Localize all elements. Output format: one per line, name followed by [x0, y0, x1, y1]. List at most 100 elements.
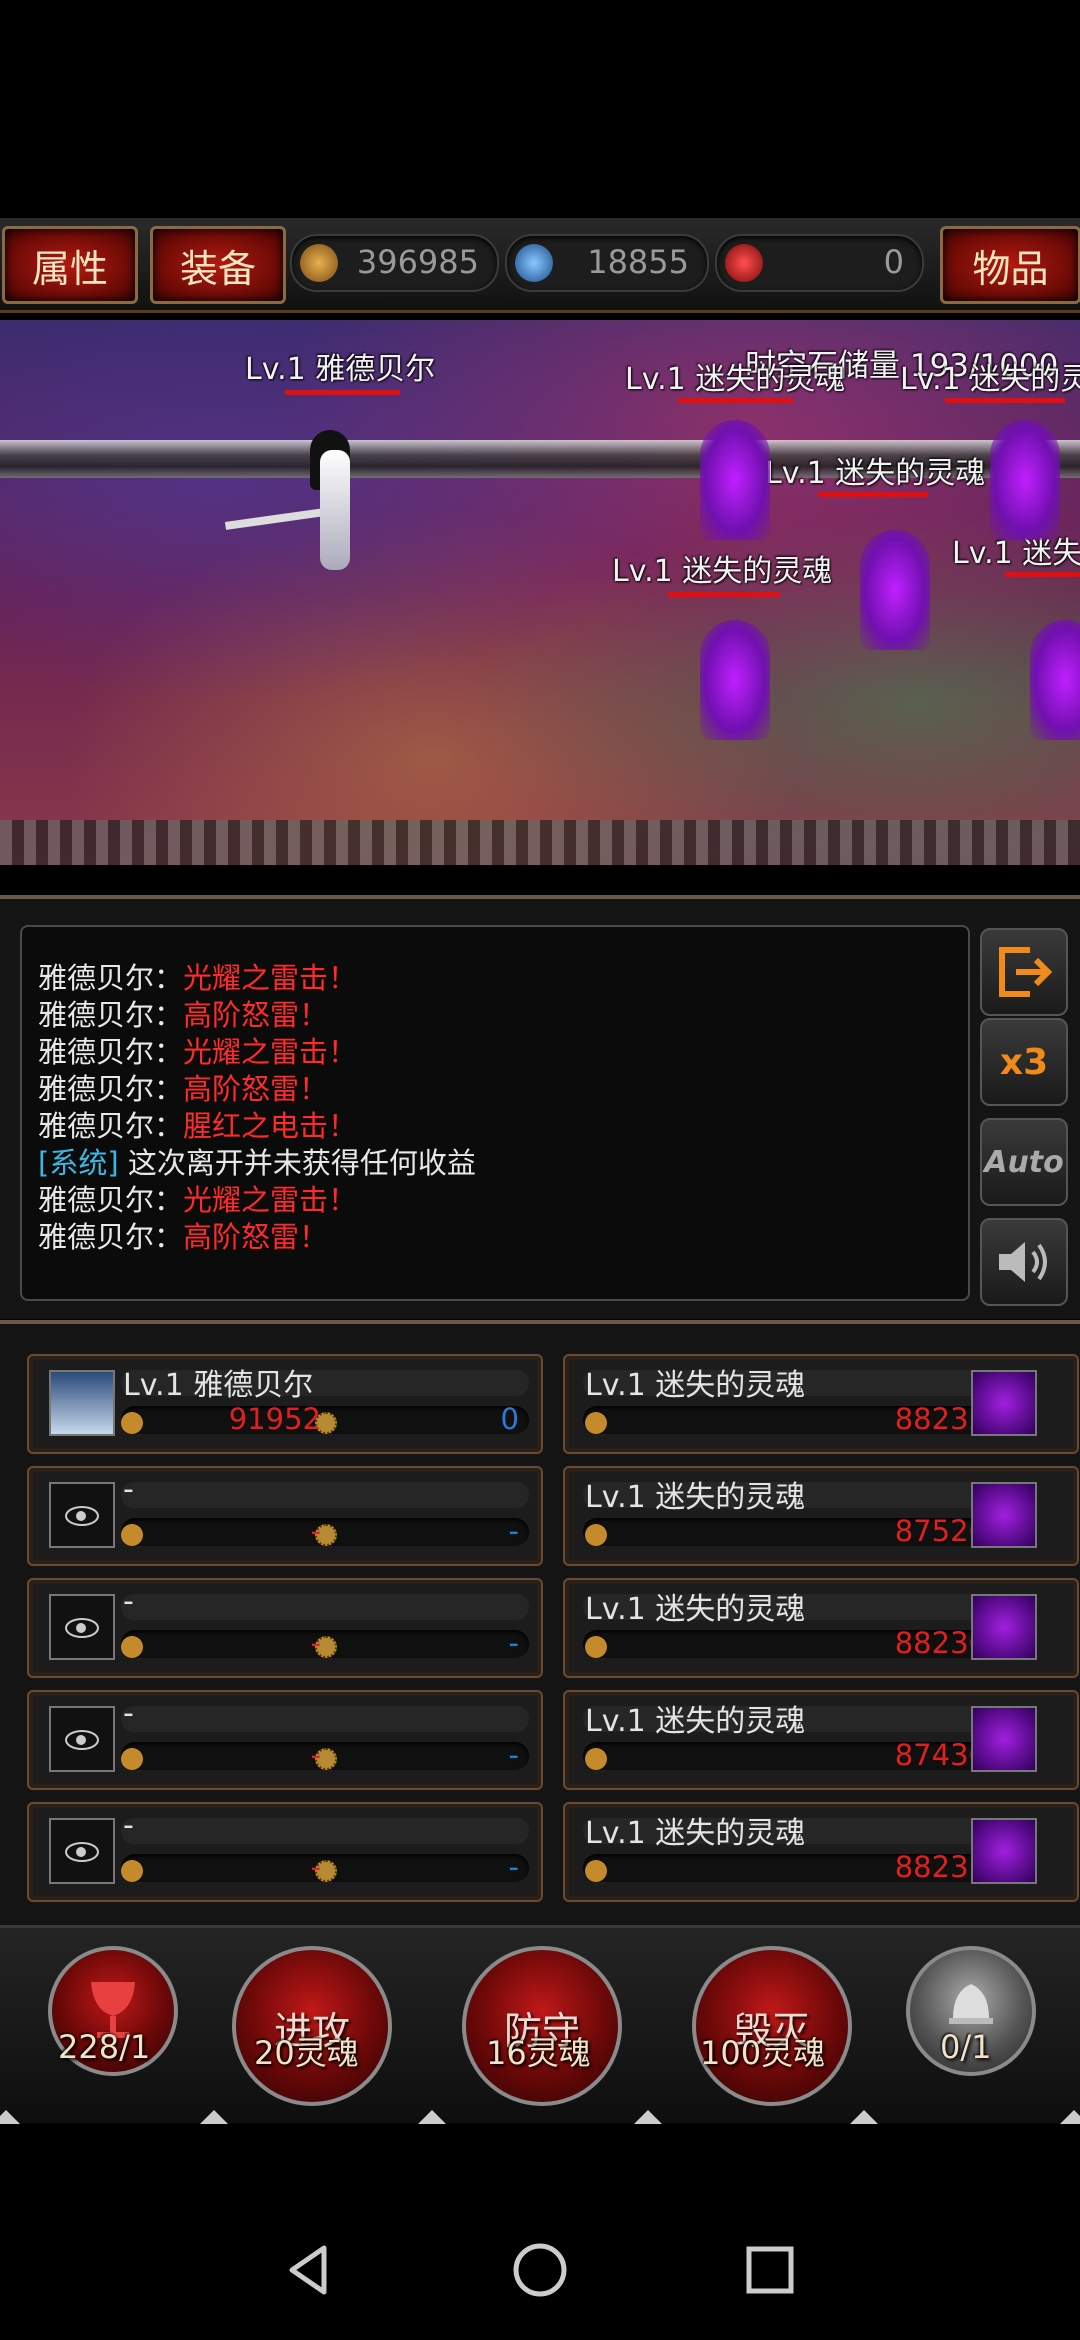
enemy-name: Lv.1 迷失的灵魂 — [585, 1368, 806, 1403]
defend-button[interactable]: 防守 — [462, 1946, 622, 2106]
ghost-enemy-sprite[interactable] — [700, 620, 770, 740]
soul-value: 0 — [883, 243, 904, 281]
log-speaker: 雅德贝尔： — [38, 961, 184, 995]
log-speaker: 雅德贝尔： — [38, 1035, 184, 1069]
attack-cost: 20灵魂 — [254, 2034, 359, 2072]
gold-resource: 396985 — [290, 234, 499, 292]
ghost-enemy-sprite[interactable] — [990, 420, 1060, 540]
triangle-icon — [1060, 2110, 1080, 2124]
nav-home-button[interactable] — [510, 2240, 570, 2304]
triangle-icon — [634, 2110, 662, 2124]
ghost-portrait — [971, 1482, 1037, 1548]
party-member-card[interactable]: - - - — [27, 1578, 543, 1678]
enemy-card[interactable]: Lv.1 迷失的灵魂 88235 — [563, 1354, 1079, 1454]
auto-label: Auto — [984, 1144, 1064, 1180]
empty-slot-portrait — [49, 1706, 115, 1772]
items-button[interactable]: 物品 — [940, 226, 1080, 304]
health-icon — [121, 1748, 143, 1770]
enemy-name-tag: Lv.1 迷失的灵魂 — [612, 554, 833, 589]
nav-back-button[interactable] — [280, 2240, 340, 2304]
battle-log[interactable]: 雅德贝尔：光耀之雷击！ 雅德贝尔：高阶怒雷！ 雅德贝尔：光耀之雷击！ 雅德贝尔：… — [20, 925, 970, 1301]
soul-resource: 0 — [715, 234, 924, 292]
ghost-enemy-sprite[interactable] — [1030, 620, 1080, 740]
log-text: 高阶怒雷！ — [183, 1072, 329, 1106]
log-speaker: 雅德贝尔： — [38, 1183, 184, 1217]
blue-gem-icon — [515, 244, 553, 282]
health-icon — [121, 1412, 143, 1434]
nav-recents-button[interactable] — [740, 2240, 800, 2304]
health-icon — [121, 1524, 143, 1546]
ghost-enemy-sprite[interactable] — [860, 530, 930, 650]
party-name: - — [123, 1696, 134, 1731]
party-name: - — [123, 1808, 134, 1843]
units-section: Lv.1 雅德贝尔 91952 0 - - - - - - - - - - - … — [0, 1320, 1080, 1929]
attributes-button[interactable]: 属性 — [2, 226, 138, 304]
gold-value: 396985 — [356, 243, 479, 281]
enemy-card[interactable]: Lv.1 迷失的灵魂 88237 — [563, 1802, 1079, 1902]
health-icon — [585, 1412, 607, 1434]
auto-button[interactable]: Auto — [980, 1118, 1068, 1206]
recents-icon — [746, 2246, 794, 2294]
destroy-cost: 100灵魂 — [700, 2034, 826, 2072]
enemy-health-bar — [678, 398, 793, 403]
log-speaker: 雅德贝尔： — [38, 1109, 184, 1143]
enemy-health-bar — [818, 492, 928, 497]
party-hp: - — [310, 1626, 321, 1660]
log-speaker: 雅德贝尔： — [38, 998, 184, 1032]
log-speaker: 雅德贝尔： — [38, 1220, 184, 1254]
party-mp: - — [508, 1850, 519, 1884]
enemy-card[interactable]: Lv.1 迷失的灵魂 87436 — [563, 1690, 1079, 1790]
top-bar: 属性 装备 396985 18855 0 物品 — [0, 218, 1080, 313]
health-icon — [585, 1748, 607, 1770]
health-icon — [585, 1636, 607, 1658]
log-text: 高阶怒雷！ — [183, 998, 329, 1032]
potion-count: 228/1 — [58, 2028, 151, 2066]
battle-scene: Lv.1 雅德贝尔 时空石储量 193/1000 Lv.1 迷失的灵魂 Lv.1… — [0, 320, 1080, 865]
party-member-card[interactable]: - - - — [27, 1690, 543, 1790]
party-mp: - — [508, 1738, 519, 1772]
enemy-name: Lv.1 迷失的灵魂 — [585, 1480, 806, 1515]
equipment-button[interactable]: 装备 — [150, 226, 286, 304]
party-mp: - — [508, 1514, 519, 1548]
party-name: - — [123, 1584, 134, 1619]
hero-health-bar — [285, 390, 400, 395]
enemy-card[interactable]: Lv.1 迷失的灵魂 87526 — [563, 1466, 1079, 1566]
empty-slot-portrait — [49, 1594, 115, 1660]
log-text: 腥红之电击！ — [183, 1109, 358, 1143]
log-text: 光耀之雷击！ — [183, 1183, 358, 1217]
party-member-card[interactable]: - - - — [27, 1802, 543, 1902]
exit-button[interactable] — [980, 928, 1068, 1016]
enemy-card[interactable]: Lv.1 迷失的灵魂 88236 — [563, 1578, 1079, 1678]
party-member-card[interactable]: - - - — [27, 1466, 543, 1566]
sound-button[interactable] — [980, 1218, 1068, 1306]
hero-portrait — [49, 1370, 115, 1436]
attack-button[interactable]: 进攻 — [232, 1946, 392, 2106]
triangle-icon — [200, 2110, 228, 2124]
name-bar — [121, 1482, 529, 1508]
enemy-health-bar — [668, 592, 780, 597]
health-icon — [121, 1636, 143, 1658]
ghost-enemy-sprite[interactable] — [700, 420, 770, 540]
name-bar — [121, 1818, 529, 1844]
hero-sprite[interactable] — [300, 430, 370, 590]
triangle-icon — [0, 2110, 20, 2124]
hero-name-tag: Lv.1 雅德贝尔 — [245, 352, 436, 387]
party-mp: 0 — [500, 1402, 519, 1436]
gem-resource: 18855 — [505, 234, 709, 292]
exit-icon — [999, 947, 1053, 997]
speaker-icon — [999, 1242, 1047, 1282]
name-bar — [121, 1594, 529, 1620]
ghost-portrait — [971, 1594, 1037, 1660]
name-bar — [121, 1706, 529, 1732]
destroy-button[interactable]: 毁灭 — [692, 1946, 852, 2106]
defend-cost: 16灵魂 — [486, 2034, 591, 2072]
enemy-name: Lv.1 迷失的灵魂 — [585, 1816, 806, 1851]
speed-button[interactable]: x3 — [980, 1018, 1068, 1106]
enemy-name-tag: Lv.1 迷失的灵 — [900, 362, 1080, 397]
log-text: 高阶怒雷！ — [183, 1220, 329, 1254]
party-member-card[interactable]: Lv.1 雅德贝尔 91952 0 — [27, 1354, 543, 1454]
party-hp: - — [310, 1514, 321, 1548]
empty-slot-portrait — [49, 1818, 115, 1884]
red-soul-icon — [725, 244, 763, 282]
skill-bar: 228/1 进攻 20灵魂 防守 16灵魂 毁灭 100灵魂 0/1 — [0, 1925, 1080, 2124]
